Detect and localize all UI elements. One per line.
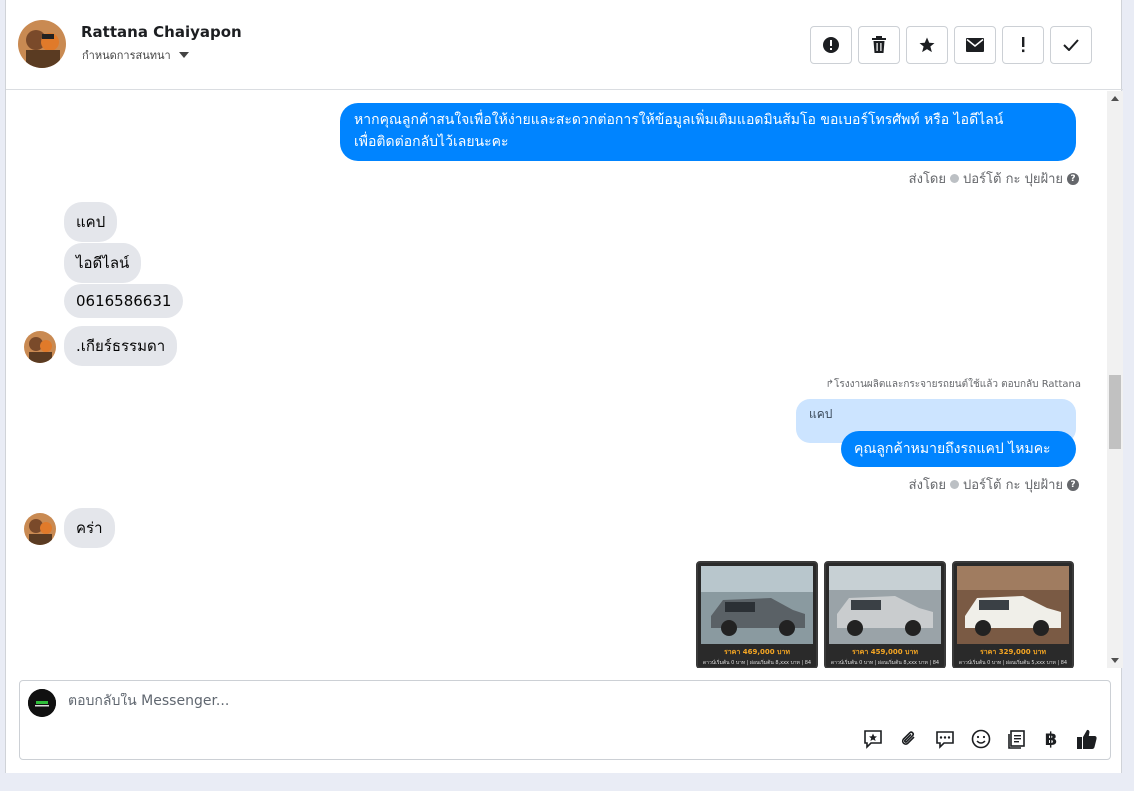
attachment-icon[interactable] <box>898 728 920 750</box>
reply-input[interactable] <box>68 693 668 709</box>
message-thread[interactable]: หากคุณลูกค้าสนใจเพื่อให้ง่ายและสะดวกต่อก… <box>6 91 1107 668</box>
outgoing-message[interactable]: หากคุณลูกค้าสนใจเพื่อให้ง่ายและสะดวกต่อก… <box>340 103 1076 161</box>
help-icon[interactable]: ? <box>1067 172 1079 185</box>
quoted-message-text: แคป <box>809 407 833 421</box>
conversation-settings[interactable]: กำหนดการสนทนา <box>82 46 189 64</box>
page-avatar <box>28 689 56 717</box>
message-line: หากคุณลูกค้าสนใจเพื่อให้ง่ายและสะดวกต่อก… <box>354 112 1004 128</box>
sent-by-name[interactable]: ปอร์โต้ กะ ปุยฝ้าย <box>963 474 1063 495</box>
contact-avatar-small[interactable] <box>24 331 56 363</box>
baht-icon[interactable]: ฿ <box>1040 728 1062 750</box>
star-button[interactable] <box>906 26 948 64</box>
car-image[interactable]: ราคา 329,000 บาท ดาวน์เริ่มต้น 0 บาท | ผ… <box>952 561 1074 668</box>
messenger-window: Rattana Chaiyapon กำหนดการสนทนา หากคุณลู… <box>5 0 1123 773</box>
outgoing-message[interactable]: คุณลูกค้าหมายถึงรถแคป ไหมคะ <box>841 431 1076 467</box>
contact-avatar-small[interactable] <box>24 513 56 545</box>
message-line: เพื่อติดต่อกลับไว้เลยนะคะ <box>354 134 509 150</box>
mail-icon <box>966 38 984 52</box>
exclamation-icon <box>1022 37 1025 53</box>
incoming-message[interactable]: 0616586631 <box>64 284 184 318</box>
template-icon[interactable] <box>1006 728 1028 750</box>
reply-context-text: โรงงานผลิตและกระจายรถยนต์ใช้แล้ว ตอบกลับ… <box>833 379 1081 390</box>
saved-reply-icon[interactable] <box>862 728 884 750</box>
report-icon <box>823 37 839 53</box>
trash-icon <box>872 36 886 53</box>
reply-context: ↱โรงงานผลิตและกระจายรถยนต์ใช้แล้ว ตอบกลั… <box>826 377 1081 392</box>
scroll-down-arrow-icon[interactable] <box>1111 658 1119 663</box>
car-price: ราคา 459,000 บาท <box>851 648 919 656</box>
reply-icon: ↱ <box>825 379 834 390</box>
verified-icon <box>950 480 959 489</box>
car-info: ดาวน์เริ่มต้น 0 บาท | ผ่อนเริ่มต้น 8,xxx… <box>830 660 940 666</box>
car-image[interactable]: ราคา 459,000 บาท ดาวน์เริ่มต้น 0 บาท | ผ… <box>824 561 946 668</box>
scroll-up-arrow-icon[interactable] <box>1111 96 1119 101</box>
sent-by-name[interactable]: ปอร์โต้ กะ ปุยฝ้าย <box>963 168 1063 189</box>
contact-name[interactable]: Rattana Chaiyapon <box>81 23 242 41</box>
car-info: ดาวน์เริ่มต้น 0 บาท | ผ่อนเริ่มต้น 5,xxx… <box>958 660 1068 666</box>
follow-up-button[interactable] <box>1002 26 1044 64</box>
car-price: ราคา 469,000 บาท <box>723 648 791 656</box>
like-icon[interactable] <box>1076 728 1098 750</box>
conversation-header: Rattana Chaiyapon กำหนดการสนทนา <box>6 0 1123 90</box>
incoming-message[interactable]: .เกียร์ธรรมดา <box>64 326 178 366</box>
incoming-message[interactable]: แคป <box>64 202 118 242</box>
car-image[interactable]: ราคา 469,000 บาท ดาวน์เริ่มต้น 0 บาท | ผ… <box>696 561 818 668</box>
star-icon <box>919 37 935 53</box>
conversation-settings-label: กำหนดการสนทนา <box>82 49 171 62</box>
sent-by-prefix: ส่งโดย <box>908 172 946 187</box>
scrollbar-thumb[interactable] <box>1109 375 1121 449</box>
chevron-down-icon <box>178 52 189 58</box>
verified-icon <box>950 174 959 183</box>
sent-by-label: ส่งโดย ปอร์โต้ กะ ปุยฝ้าย ? <box>909 474 1079 495</box>
help-icon[interactable]: ? <box>1067 478 1079 491</box>
delete-button[interactable] <box>858 26 900 64</box>
contact-avatar[interactable] <box>18 20 66 68</box>
checkmark-icon <box>1063 39 1079 51</box>
message-composer[interactable]: ฿ <box>19 680 1111 760</box>
sent-by-label: ส่งโดย ปอร์โต้ กะ ปุยฝ้าย ? <box>909 168 1079 189</box>
car-info: ดาวน์เริ่มต้น 0 บาท | ผ่อนเริ่มต้น 8,xxx… <box>702 660 812 666</box>
emoji-icon[interactable] <box>970 728 992 750</box>
report-button[interactable] <box>810 26 852 64</box>
mark-unread-button[interactable] <box>954 26 996 64</box>
chat-bubble-icon[interactable] <box>934 728 956 750</box>
sent-by-prefix: ส่งโดย <box>908 478 946 493</box>
incoming-message[interactable]: คร่า <box>64 508 115 548</box>
incoming-message[interactable]: ไอดีไลน์ <box>64 243 142 283</box>
thread-scrollbar[interactable] <box>1107 91 1123 668</box>
done-button[interactable] <box>1050 26 1092 64</box>
car-price: ราคา 329,000 บาท <box>979 648 1047 656</box>
